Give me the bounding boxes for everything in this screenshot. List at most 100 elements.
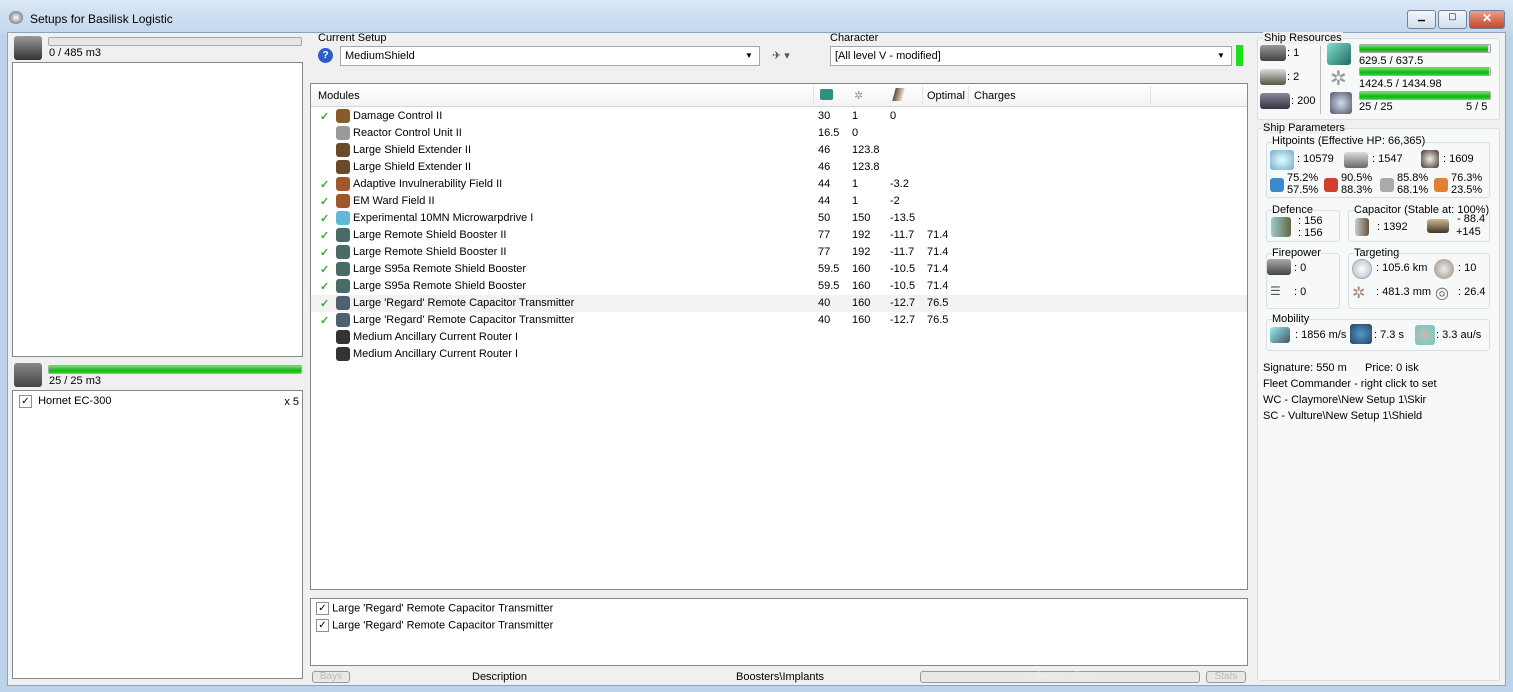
powergrid-header-icon[interactable]: ✲ — [854, 89, 863, 102]
drone-item[interactable]: ✓ Hornet EC-300 x 5 — [19, 395, 299, 408]
tab-description[interactable]: Description — [472, 671, 527, 683]
header-charges[interactable]: Charges — [974, 90, 1016, 102]
module-row[interactable]: Large Shield Extender II 46 123.8 — [311, 142, 1247, 159]
module-powergrid: 1 — [852, 195, 859, 207]
resist-type-icon — [1270, 178, 1284, 192]
drone-list[interactable]: ✓ Hornet EC-300 x 5 — [12, 390, 303, 679]
help-icon[interactable]: ? — [318, 48, 333, 63]
max-speed: : 1856 m/s — [1295, 329, 1347, 341]
drone-checkbox[interactable]: ✓ — [19, 395, 32, 408]
header-modules[interactable]: Modules — [318, 90, 360, 102]
projected-checkbox[interactable]: ✓ — [316, 602, 329, 615]
active-check-icon[interactable]: ✓ — [320, 263, 329, 276]
launcher-hardpoint-icon — [1260, 69, 1286, 85]
active-check-icon[interactable]: ✓ — [320, 314, 329, 327]
module-icon — [336, 245, 350, 259]
module-powergrid: 0 — [852, 127, 859, 139]
active-check-icon[interactable]: ✓ — [320, 212, 329, 225]
drone-bandwidth-label: 25 / 25 — [1359, 101, 1393, 113]
module-optimal: 76.5 — [927, 297, 949, 309]
modules-table[interactable]: Modules ✲ Optimal Charges ✓ Damage Contro… — [310, 83, 1248, 590]
module-icon — [336, 160, 350, 174]
module-powergrid: 192 — [852, 229, 871, 241]
active-check-icon[interactable]: ✓ — [320, 110, 329, 123]
close-button[interactable]: ✕ — [1469, 10, 1505, 29]
launcher-count: : 2 — [1287, 71, 1300, 83]
module-row[interactable]: ✓ Large Remote Shield Booster II 77 192 -11.… — [311, 227, 1247, 244]
capacitor-icon — [1355, 218, 1369, 236]
capacitor-amount: : 1392 — [1377, 221, 1408, 233]
active-check-icon[interactable]: ✓ — [320, 178, 329, 191]
warp-speed: : 3.3 au/s — [1436, 329, 1482, 341]
projected-list[interactable]: ✓ Large 'Regard' Remote Capacitor Transm… — [310, 598, 1248, 666]
cpu-header-icon[interactable] — [820, 89, 833, 100]
active-check-icon[interactable]: ✓ — [320, 297, 329, 310]
module-row[interactable]: ✓ Damage Control II 30 1 0 — [311, 108, 1247, 125]
defence-value-a: : 156 — [1298, 215, 1323, 227]
module-row[interactable]: ✓ Experimental 10MN Microwarpdrive I 50 150… — [311, 210, 1247, 227]
module-name: Large 'Regard' Remote Capacitor Transmit… — [353, 297, 575, 309]
module-powergrid: 1 — [852, 110, 859, 122]
projected-item[interactable]: ✓ Large 'Regard' Remote Capacitor Transm… — [316, 602, 553, 615]
module-row[interactable]: ✓ Large S95a Remote Shield Booster 59.5 160… — [311, 278, 1247, 295]
active-drones-label: 5 / 5 — [1466, 101, 1488, 113]
capacitor-header-icon[interactable] — [892, 88, 905, 101]
resist-armor: 57.5% — [1287, 184, 1319, 196]
module-name: Reactor Control Unit II — [353, 127, 462, 139]
active-check-icon[interactable]: ✓ — [320, 246, 329, 259]
drone-bay-fill — [49, 366, 301, 373]
module-row[interactable]: ✓ Large S95a Remote Shield Booster 59.5 160… — [311, 261, 1247, 278]
module-name: EM Ward Field II — [353, 195, 435, 207]
module-optimal: 71.4 — [927, 246, 949, 258]
module-row[interactable]: Medium Ancillary Current Router I — [311, 329, 1247, 346]
resist-shield: 90.5% — [1341, 172, 1373, 184]
firepower-value-b: : 0 — [1294, 286, 1307, 298]
chevron-down-icon: ▼ — [1217, 51, 1225, 60]
fleet-commander[interactable]: Fleet Commander - right click to set — [1263, 378, 1437, 390]
speed-icon — [1270, 327, 1290, 343]
module-row[interactable]: Medium Ancillary Current Router I — [311, 346, 1247, 363]
module-row[interactable]: Large Shield Extender II 46 123.8 — [311, 159, 1247, 176]
firepower-title: Firepower — [1272, 247, 1321, 259]
projected-checkbox[interactable]: ✓ — [316, 619, 329, 632]
squad-commander[interactable]: SC - Vulture\New Setup 1\Shield — [1263, 410, 1422, 422]
powergrid-label: 1424.5 / 1434.98 — [1359, 78, 1442, 90]
powergrid-fill — [1360, 68, 1490, 75]
module-capacitor: -11.7 — [890, 229, 915, 241]
module-row[interactable]: ✓ EM Ward Field II 44 1 -2 — [311, 193, 1247, 210]
defence-value-b: : 156 — [1298, 227, 1323, 239]
minimize-button[interactable]: ▁ — [1407, 10, 1436, 29]
active-check-icon[interactable]: ✓ — [320, 195, 329, 208]
cargo-list[interactable] — [12, 62, 303, 357]
module-row[interactable]: ✓ Large Remote Shield Booster II 77 192 -11.… — [311, 244, 1247, 261]
module-row[interactable]: ✓ Adaptive Invulnerability Field II 44 1 -3.… — [311, 176, 1247, 193]
setup-menu-button[interactable]: ✈ ▾ — [772, 49, 790, 62]
tab-bays[interactable]: Bays — [312, 671, 350, 683]
module-capacitor: -10.5 — [890, 280, 916, 292]
active-check-icon[interactable]: ✓ — [320, 229, 329, 242]
module-name: Large Remote Shield Booster II — [353, 229, 507, 241]
setup-select[interactable]: MediumShield ▼ — [340, 46, 760, 66]
module-name: Large S95a Remote Shield Booster — [353, 263, 527, 275]
module-row[interactable]: Reactor Control Unit II 16.5 0 — [311, 125, 1247, 142]
tab-boosters-implants[interactable]: Boosters\Implants — [736, 671, 824, 683]
header-optimal[interactable]: Optimal — [927, 90, 965, 102]
module-row[interactable]: ✓ Large 'Regard' Remote Capacitor Transmi… — [311, 312, 1247, 329]
tab-stats[interactable]: Stats — [1206, 671, 1246, 683]
module-cpu: 77 — [818, 246, 831, 258]
wing-commander[interactable]: WC - Claymore\New Setup 1\Skir — [1263, 394, 1426, 406]
tab-projected-effects[interactable]: Projected effects — [920, 671, 1200, 683]
module-row[interactable]: ✓ Large 'Regard' Remote Capacitor Transmi… — [311, 295, 1247, 312]
firepower-value-a: : 0 — [1294, 262, 1307, 274]
projected-item[interactable]: ✓ Large 'Regard' Remote Capacitor Transm… — [316, 619, 553, 632]
resist-shield: 76.3% — [1451, 172, 1483, 184]
ship-parameters-title: Ship Parameters — [1263, 122, 1345, 134]
active-check-icon[interactable]: ✓ — [320, 280, 329, 293]
maximize-button[interactable]: ▢ — [1438, 10, 1467, 29]
module-optimal: 76.5 — [927, 314, 949, 326]
character-select[interactable]: [All level V - modified] ▼ — [830, 46, 1232, 66]
setup-value: MediumShield — [345, 50, 415, 62]
module-icon — [336, 126, 350, 140]
powergrid-icon: ✲ — [1330, 68, 1347, 90]
module-icon — [336, 143, 350, 157]
